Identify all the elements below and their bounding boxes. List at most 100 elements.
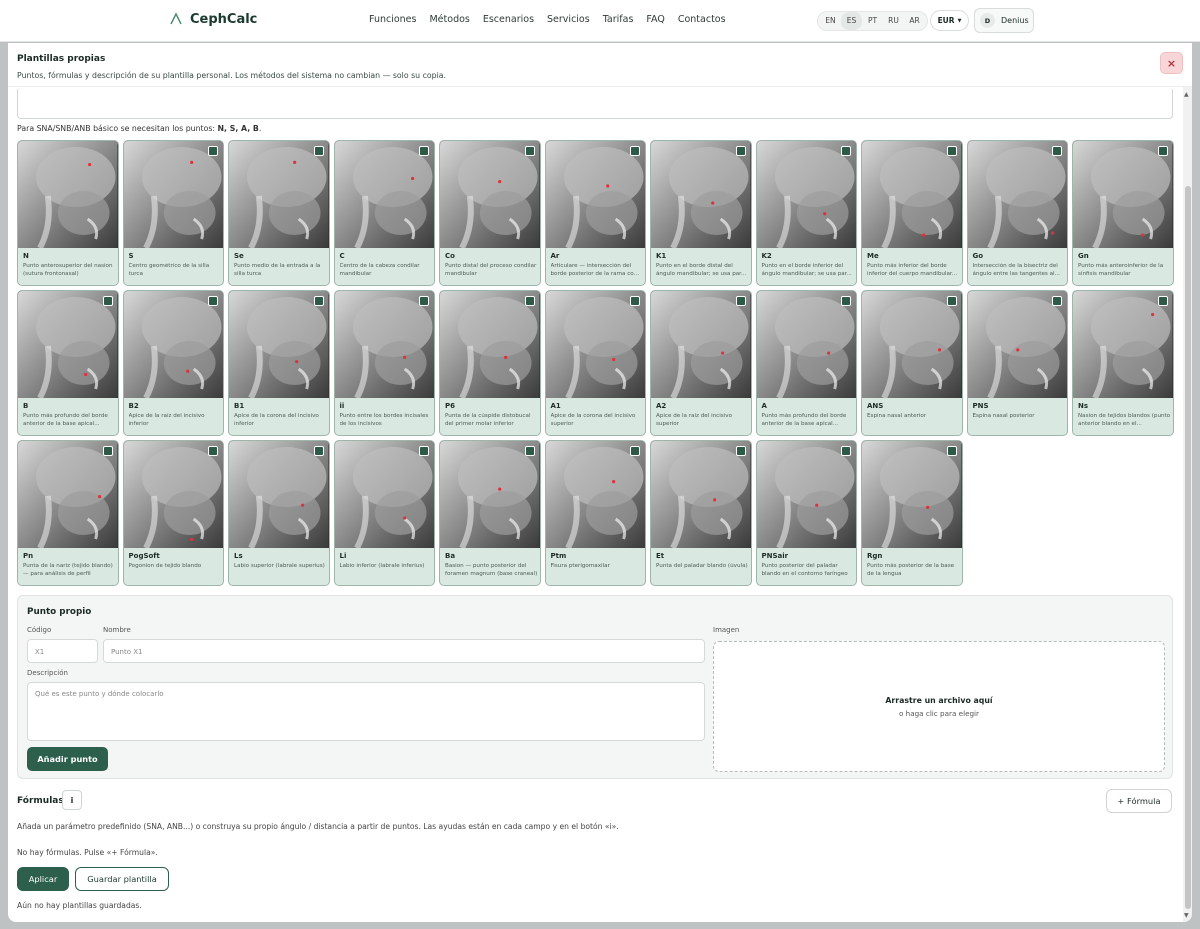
nav-item-escenarios[interactable]: Escenarios: [483, 14, 534, 25]
point-card[interactable]: ANS Espina nasal anterior: [861, 290, 963, 436]
image-dropzone[interactable]: Arrastre un archivo aquí o haga clic par…: [713, 641, 1165, 772]
lang-es[interactable]: ES: [841, 12, 862, 30]
point-card[interactable]: Ptm Fisura pterigomaxilar: [544, 440, 646, 586]
point-card[interactable]: A Punto más profundo del borde anterior d…: [755, 290, 857, 436]
point-card[interactable]: A2 Ápice de la raíz del incisivo superior: [650, 290, 752, 436]
point-card[interactable]: Et Punta del paladar blando (úvula): [650, 440, 752, 586]
xray-thumbnail: [967, 141, 1067, 248]
scroll-down-icon[interactable]: ▼: [1184, 912, 1189, 919]
lang-en[interactable]: EN: [820, 12, 841, 30]
point-card[interactable]: Pn Punta de la nariz (tejido blando) — pa…: [17, 440, 119, 586]
point-card[interactable]: Ns Nasion de tejidos blandos (punto anter…: [1072, 290, 1174, 436]
select-checkbox[interactable]: [524, 146, 535, 156]
point-card[interactable]: C Centro de la cabeza condilar mandibular: [333, 140, 435, 286]
select-checkbox[interactable]: [1157, 296, 1168, 306]
point-card[interactable]: K1 Punto en el borde distal del ángulo ma…: [650, 140, 752, 286]
select-checkbox[interactable]: [946, 446, 957, 456]
point-card[interactable]: Ba Basion — punto posterior del foramen m…: [439, 440, 541, 586]
select-checkbox[interactable]: [630, 446, 640, 456]
nav-item-funciones[interactable]: Funciones: [369, 14, 416, 25]
point-card[interactable]: Li Labio inferior (labrale inferius): [333, 440, 435, 586]
nav-item-faq[interactable]: FAQ: [646, 14, 664, 25]
lang-ar[interactable]: AR: [904, 12, 925, 30]
select-checkbox[interactable]: [1157, 146, 1168, 156]
point-card[interactable]: B2 Ápice de la raíz del incisivo inferior: [122, 290, 224, 436]
select-checkbox[interactable]: [841, 296, 851, 306]
select-checkbox[interactable]: [735, 296, 746, 306]
point-card[interactable]: A1 Ápice de la corona del incisivo superi…: [544, 290, 646, 436]
name-input[interactable]: Punto X1: [103, 639, 705, 663]
close-button[interactable]: ×: [1160, 52, 1183, 74]
point-card[interactable]: Gn Punto más anteroinferior de la sínfisi…: [1072, 140, 1174, 286]
formulas-help: Añada un parámetro predefinido (SNA, ANB…: [17, 822, 619, 831]
point-description: Pogonion de tejido blando: [128, 563, 202, 569]
select-checkbox[interactable]: [524, 446, 535, 456]
nav-item-metodos[interactable]: Métodos: [429, 14, 469, 25]
point-card[interactable]: B1 Ápice de la corona del incisivo inferi…: [228, 290, 330, 436]
select-checkbox[interactable]: [1052, 146, 1062, 156]
dropzone-subtitle: o haga clic para elegir: [898, 709, 980, 718]
point-card[interactable]: ii Punto entre los bordes incisales de lo…: [333, 290, 435, 436]
add-formula-button[interactable]: + Fórmula: [1106, 789, 1172, 813]
point-card[interactable]: Ls Labio superior (labrale superius): [228, 440, 330, 586]
point-card[interactable]: K2 Punto en el borde inferior del ángulo …: [755, 140, 857, 286]
scroll-up-icon[interactable]: ▲: [1184, 91, 1189, 98]
template-description-textarea[interactable]: [17, 89, 1173, 119]
select-checkbox[interactable]: [841, 446, 851, 456]
point-description: Punto más anteroinferior de la sínfisis …: [1078, 263, 1164, 277]
currency-select[interactable]: EUR ▼: [930, 10, 969, 31]
select-checkbox[interactable]: [102, 446, 113, 456]
select-checkbox[interactable]: [1052, 296, 1062, 306]
select-checkbox[interactable]: [630, 296, 640, 306]
xray-thumbnail: [334, 441, 434, 548]
select-checkbox[interactable]: [313, 446, 324, 456]
point-card[interactable]: B Punto más profundo del borde anterior d…: [17, 290, 119, 436]
select-checkbox[interactable]: [313, 146, 324, 156]
point-card[interactable]: Co Punto distal del proceso condilar mand…: [439, 140, 541, 286]
point-card[interactable]: Go Intersección de la bisectriz del ángul…: [966, 140, 1068, 286]
lang-pt[interactable]: PT: [862, 12, 883, 30]
select-checkbox[interactable]: [630, 146, 640, 156]
point-card[interactable]: Rgn Punto más posterior de la base de la …: [861, 440, 963, 586]
nav-item-tarifas[interactable]: Tarifas: [603, 14, 634, 25]
select-checkbox[interactable]: [735, 446, 746, 456]
select-checkbox[interactable]: [419, 446, 429, 456]
brand-logo[interactable]: CephCalc: [168, 11, 257, 27]
point-card[interactable]: Ar Articulare — intersección del borde po…: [544, 140, 646, 286]
select-checkbox[interactable]: [419, 146, 429, 156]
lang-ru[interactable]: RU: [883, 12, 904, 30]
point-description: Punta de la nariz (tejido blando) — para…: [23, 563, 113, 577]
point-code: PNSair: [761, 552, 789, 560]
point-card[interactable]: PNS Espina nasal posterior: [966, 290, 1068, 436]
add-point-button[interactable]: Añadir punto: [27, 747, 108, 771]
select-checkbox[interactable]: [735, 146, 746, 156]
select-checkbox[interactable]: [946, 146, 957, 156]
select-checkbox[interactable]: [313, 296, 324, 306]
select-checkbox[interactable]: [419, 296, 429, 306]
select-checkbox[interactable]: [208, 296, 218, 306]
point-card[interactable]: P6 Punta de la cúspide distobucal del pri…: [439, 290, 541, 436]
point-card[interactable]: Me Punto más inferior del borde inferior …: [861, 140, 963, 286]
select-checkbox[interactable]: [208, 146, 218, 156]
apply-button[interactable]: Aplicar: [17, 867, 69, 891]
point-card[interactable]: Se Punto medio de la entrada a la silla t…: [228, 140, 330, 286]
xray-thumbnail: [1073, 141, 1173, 248]
select-checkbox[interactable]: [208, 446, 218, 456]
select-checkbox[interactable]: [524, 296, 535, 306]
scrollbar-thumb[interactable]: [1185, 186, 1191, 909]
modal-header: Plantillas propias Puntos, fórmulas y de…: [8, 43, 1192, 87]
point-card[interactable]: PNSair Punto posterior del paladar blando…: [755, 440, 857, 586]
code-input[interactable]: X1: [27, 639, 98, 663]
select-checkbox[interactable]: [102, 296, 113, 306]
point-card[interactable]: PogSoft Pogonion de tejido blando: [122, 440, 224, 586]
select-checkbox[interactable]: [946, 296, 957, 306]
point-card[interactable]: N Punto anterosuperior del nasion (sutura…: [17, 140, 119, 286]
save-template-button[interactable]: Guardar plantilla: [75, 867, 169, 891]
point-card[interactable]: S Centro geométrico de la silla turca: [122, 140, 224, 286]
description-textarea[interactable]: Qué es este punto y dónde colocarlo: [27, 682, 705, 741]
formulas-info-button[interactable]: i: [62, 790, 82, 810]
nav-item-servicios[interactable]: Servicios: [547, 14, 590, 25]
select-checkbox[interactable]: [841, 146, 851, 156]
user-menu[interactable]: D Denius: [974, 8, 1034, 33]
nav-item-contactos[interactable]: Contactos: [678, 14, 726, 25]
